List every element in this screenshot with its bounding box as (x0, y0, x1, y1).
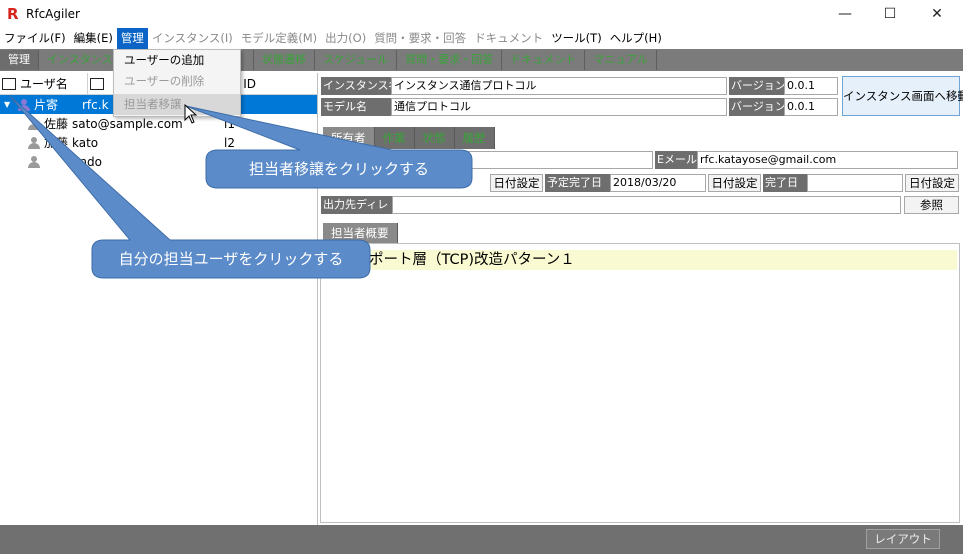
person-icon (28, 136, 40, 149)
row-name: 佐藤 (44, 117, 69, 131)
version-label-1: バージョン (729, 77, 784, 95)
menu-qa[interactable]: 質問・要求・回答 (370, 28, 470, 49)
mouse-cursor-icon (184, 104, 198, 124)
menu-tools[interactable]: ツール(T) (547, 28, 606, 49)
title-bar: R RfcAgiler — ☐ ✕ (0, 0, 963, 28)
layout-button[interactable]: レイアウト (866, 529, 940, 549)
person-icon (28, 155, 40, 168)
menu-bar: ファイル(F) 編集(E) 管理 インスタンス(I) モデル定義(M) 出力(O… (0, 28, 963, 49)
envelope-icon (89, 77, 104, 90)
person-icon (28, 117, 40, 130)
tab-work[interactable]: 作業 (374, 127, 415, 149)
output-dir-label: 出力先ディレ (321, 196, 392, 214)
callout-own-user-text: 自分の担当ユーザをクリックする (118, 250, 344, 268)
tab-state-transition[interactable]: 状態遷移 (254, 50, 315, 70)
header-user-name[interactable]: ユーザ名 (0, 72, 88, 95)
menu-model[interactable]: モデル定義(M) (237, 28, 321, 49)
menu-add-user[interactable]: ユーザーの追加 (114, 50, 240, 71)
date-set-button-1[interactable]: 日付設定 (490, 174, 543, 192)
tab-qa[interactable]: 質問・要求・回答 (397, 50, 503, 70)
row-name: 片寄 (34, 98, 59, 112)
summary-list: ポート層（TCP)改造パターン１ (320, 243, 960, 523)
menu-admin[interactable]: 管理 (116, 28, 148, 49)
admin-dropdown-menu: ユーザーの追加 ユーザーの削除 担当者移譲 (113, 49, 241, 117)
detail-pane: インスタンス名 インスタンス通信プロトコル バージョン 0.0.1 モデル名 通… (320, 73, 963, 525)
done-date-field[interactable] (807, 174, 903, 192)
email-field[interactable]: rfc.katayose@gmail.com (697, 151, 958, 169)
tab-history[interactable]: 履歴 (454, 127, 495, 149)
date-set-button-2[interactable]: 日付設定 (708, 174, 761, 192)
row-id: l2 (224, 135, 235, 150)
row-mail: endo (72, 154, 102, 169)
row-name: 加藤 (44, 136, 69, 150)
model-name-field[interactable]: 通信プロトコル (391, 98, 727, 116)
row-mail: kato (72, 135, 99, 150)
tab-admin[interactable]: 管理 (0, 50, 39, 70)
menu-document[interactable]: ドキュメント (470, 28, 547, 49)
instance-name-label: インスタンス名 (321, 77, 391, 95)
version-field-2[interactable]: 0.0.1 (784, 98, 838, 116)
version-label-2: バージョン (729, 98, 784, 116)
menu-output[interactable]: 出力(O) (321, 28, 370, 49)
callout-transfer-text: 担当者移譲をクリックする (248, 160, 429, 178)
email-label: Eメール (655, 151, 697, 169)
instance-name-field[interactable]: インスタンス通信プロトコル (391, 77, 727, 95)
app-logo-icon: R (7, 5, 19, 23)
date-set-button-3[interactable]: 日付設定 (905, 174, 959, 192)
menu-file[interactable]: ファイル(F) (0, 28, 70, 49)
go-to-instance-button[interactable]: インスタンス画面へ移動 (842, 76, 963, 116)
done-date-label: 完了日 (763, 174, 807, 192)
expander-icon[interactable]: ▼ (4, 100, 14, 109)
close-button[interactable]: ✕ (914, 0, 960, 28)
tab-manual[interactable]: マニュアル (585, 50, 657, 70)
person-icon (18, 98, 30, 111)
header-id-label: ID (243, 76, 257, 91)
tab-owner[interactable]: 所有者 (323, 127, 375, 149)
row-mail: sato@sample.com (72, 116, 183, 131)
menu-transfer-owner[interactable]: 担当者移譲 (114, 94, 240, 115)
user-card-icon (2, 77, 16, 90)
summary-row[interactable]: ポート層（TCP)改造パターン１ (321, 250, 957, 270)
menu-instance[interactable]: インスタンス(I) (148, 28, 237, 49)
window-title: RfcAgiler (26, 7, 80, 21)
header-id[interactable]: ID (237, 73, 317, 95)
browse-button[interactable]: 参照 (904, 196, 959, 214)
menu-edit[interactable]: 編集(E) (70, 28, 117, 49)
menu-delete-user[interactable]: ユーザーの削除 (114, 71, 240, 92)
model-name-label: モデル名 (321, 98, 391, 116)
version-field-1[interactable]: 0.0.1 (784, 77, 838, 95)
user-tree-pane: ユーザ名 ID ▼ 片寄 rfc.k 佐藤 sato@sample.com l1… (0, 72, 318, 525)
minimize-button[interactable]: — (822, 0, 868, 28)
tab-document[interactable]: ドキュメント (502, 50, 586, 70)
tab-state[interactable]: 状態 (414, 127, 455, 149)
sub-tab-strip: 所有者 作業 状態 履歴 (323, 127, 495, 149)
planned-done-label: 予定完了日 (545, 174, 610, 192)
output-dir-field[interactable] (392, 196, 901, 214)
tab-schedule[interactable]: スケジュール (315, 50, 398, 70)
header-user-name-label: ユーザ名 (20, 77, 68, 91)
maximize-button[interactable]: ☐ (867, 0, 913, 28)
planned-done-field[interactable]: 2018/03/20 (610, 174, 706, 192)
menu-help[interactable]: ヘルプ(H) (606, 28, 666, 49)
status-bar: レイアウト (0, 525, 963, 554)
